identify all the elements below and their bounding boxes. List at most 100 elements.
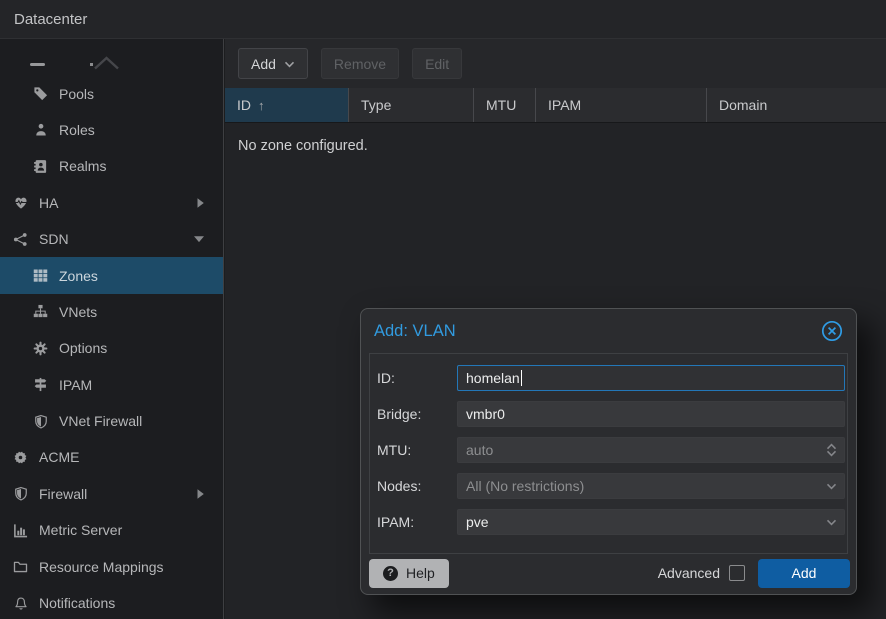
remove-button[interactable]: Remove [321,48,399,79]
table-header: ID ↑ Type MTU IPAM Domain [225,88,886,123]
column-header-label: IPAM [548,97,581,113]
sidebar-item-label: Notifications [39,595,115,611]
column-header-ipam[interactable]: IPAM [536,88,707,122]
add-button[interactable]: Add [238,48,308,79]
mtu-field[interactable]: auto [457,437,845,463]
help-button[interactable]: ? Help [369,559,449,588]
sidebar-item-firewall[interactable]: Firewall [0,476,223,512]
bridge-field-label: Bridge: [377,406,457,422]
nodes-field-value: All (No restrictions) [466,478,584,494]
sidebar-item-label: IPAM [59,377,92,393]
sidebar-item-acme[interactable]: ACME [0,439,223,475]
bell-icon [12,595,29,611]
chevron-down-icon[interactable] [826,474,837,498]
dialog-title: Add: VLAN [374,322,821,341]
edit-button-label: Edit [425,56,449,72]
sidebar-item-label: Options [59,340,107,356]
edit-button[interactable]: Edit [412,48,462,79]
question-icon: ? [383,566,398,581]
sidebar-item-label: SDN [39,231,69,247]
sidebar-item-label: Resource Mappings [39,559,164,575]
dialog-form: ID:homelanBridge:vmbr0MTU:autoNodes:All … [369,353,848,554]
chevron-right-icon[interactable] [196,488,205,500]
sidebar-item-label: VNet Firewall [59,413,142,429]
heartbeat-icon [12,195,29,211]
add-submit-button[interactable]: Add [758,559,850,588]
column-header-id[interactable]: ID ↑ [225,88,349,122]
column-header-domain[interactable]: Domain [707,88,886,122]
chevron-down-icon [284,61,295,68]
chevron-down-icon[interactable] [826,510,837,534]
sidebar-item-metric-server[interactable]: Metric Server [0,512,223,548]
sidebar-item-label: HA [39,195,58,211]
user-icon [32,122,49,138]
mtu-field-value: auto [466,442,493,458]
dialog-header[interactable]: Add: VLAN [361,309,856,353]
sidebar-item-label: Realms [59,158,106,174]
spinner-stepper[interactable] [826,438,837,462]
sidebar-item-notifications[interactable]: Notifications [0,585,223,619]
sidebar-item-label: Metric Server [39,522,122,538]
column-header-label: ID [237,97,251,113]
add-button-label: Add [251,56,276,72]
chevron-up-icon [93,56,120,70]
sidebar-item-pools[interactable]: Pools [0,75,223,111]
column-header-mtu[interactable]: MTU [474,88,536,122]
column-header-label: MTU [486,97,516,113]
column-header-type[interactable]: Type [349,88,474,122]
advanced-checkbox[interactable] [729,565,745,581]
form-row-mtu: MTU: auto [377,437,845,463]
text-cursor [521,370,523,386]
sidebar-item-label: Firewall [39,486,87,502]
sidebar-item-realms[interactable]: Realms [0,148,223,184]
bridge-field-value: vmbr0 [466,406,505,422]
form-row-bridge: Bridge: vmbr0 [377,401,845,427]
gear-icon [32,340,49,356]
page-title: Datacenter [14,11,87,28]
nodes-field[interactable]: All (No restrictions) [457,473,845,499]
remove-button-label: Remove [334,56,386,72]
column-header-label: Domain [719,97,767,113]
close-icon[interactable] [821,320,843,342]
sitemap-icon [32,304,49,320]
sort-ascending-icon: ↑ [258,98,265,113]
id-field-value: homelan [466,370,520,386]
sidebar-item-zones[interactable]: Zones [0,257,223,293]
sidebar-item-roles[interactable]: Roles [0,112,223,148]
add-vlan-dialog: Add: VLAN ID:homelan Bridge: vmbr0 MTU: auto… [360,308,857,595]
sidebar-item-vnets[interactable]: VNets [0,294,223,330]
folder-icon [12,559,29,575]
bridge-field[interactable]: vmbr0 [457,401,845,427]
sidebar-item-label: Pools [59,86,94,102]
sidebar-item-vnet-firewall[interactable]: VNet Firewall [0,403,223,439]
sidebar-item-label: Zones [59,268,98,284]
advanced-label: Advanced [658,565,720,581]
chevron-right-icon[interactable] [196,197,205,209]
sidebar-item-resource-mappings[interactable]: Resource Mappings [0,548,223,584]
table-empty-message: No zone configured. [225,123,886,154]
grid-icon [32,268,49,284]
shield-icon [32,413,49,429]
mtu-field-label: MTU: [377,442,457,458]
sidebar-item-ipam[interactable]: IPAM [0,367,223,403]
map-signs-icon [32,377,49,393]
chevron-down-icon[interactable] [193,235,205,244]
help-button-label: Help [406,565,435,581]
column-header-label: Type [361,97,391,113]
partial-icon-fragment [30,63,45,67]
dialog-footer: ? Help Advanced Add [361,552,856,594]
sidebar-item-label: VNets [59,304,97,320]
ipam-field-label: IPAM: [377,514,457,530]
sidebar-item-ha[interactable]: HA [0,185,223,221]
network-icon [12,231,29,247]
id-field[interactable]: homelan [457,365,845,391]
form-row-ipam: IPAM:pve [377,509,845,535]
ipam-field[interactable]: pve [457,509,845,535]
top-bar: Datacenter [0,0,886,39]
bar-chart-icon [12,522,29,538]
sidebar-item-options[interactable]: Options [0,330,223,366]
sidebar-item-sdn[interactable]: SDN [0,221,223,257]
form-row-id: ID:homelan [377,365,845,391]
toolbar: Add Remove Edit [225,39,886,88]
sidebar-tree: Pools Roles Realms HA SDN Zones VNets Options IP… [0,39,224,619]
